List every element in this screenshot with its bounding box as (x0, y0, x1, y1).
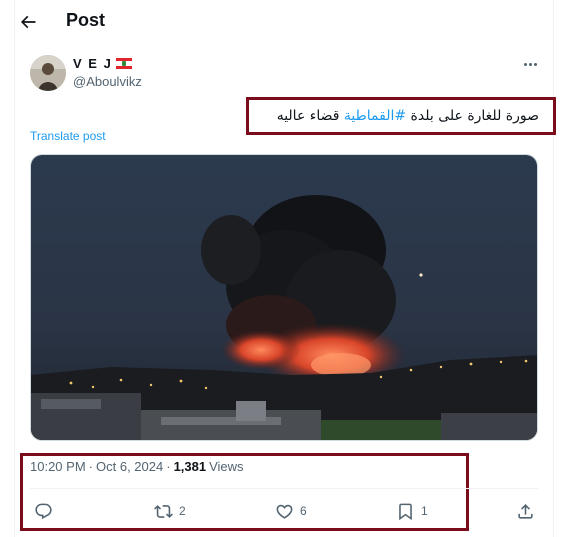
share-icon (518, 503, 533, 519)
hashtag-link[interactable]: #القماطية (344, 108, 406, 124)
author-handle[interactable]: @Aboulvikz (73, 74, 142, 89)
page-title: Post (66, 10, 106, 30)
meta-separator: · (88, 459, 93, 474)
airstrike-photo (31, 155, 537, 440)
bookmark-button[interactable]: 1 (396, 500, 428, 522)
author-name[interactable]: V E J (73, 56, 112, 71)
lebanon-flag-icon (116, 58, 133, 69)
heart-icon (276, 504, 293, 519)
reply-icon (35, 503, 52, 519)
arrow-left-icon (20, 15, 36, 29)
views-count: 1,381 (173, 459, 207, 474)
tweet-text-part: قضاء عاليه (276, 108, 344, 124)
post-image[interactable] (30, 154, 538, 441)
translate-post-link[interactable]: Translate post (30, 129, 106, 143)
repost-icon (154, 504, 173, 518)
author-name-row[interactable]: V E J (73, 56, 133, 71)
repost-button[interactable]: 2 (154, 500, 186, 522)
reply-button[interactable] (34, 500, 59, 522)
avatar-image (30, 55, 66, 91)
tweet-text-part: صورة للغارة على بلدة (406, 108, 539, 124)
post-time[interactable]: 10:20 PM (30, 459, 86, 474)
meta-separator: · (166, 459, 171, 474)
divider (30, 488, 538, 489)
post-meta: 10:20 PM · Oct 6, 2024 · 1,381 Views (30, 459, 244, 474)
post-date[interactable]: Oct 6, 2024 (96, 459, 163, 474)
like-button[interactable]: 6 (275, 500, 307, 522)
share-button[interactable] (516, 500, 535, 522)
views-label: Views (209, 459, 244, 474)
bookmark-count: 1 (421, 504, 428, 518)
like-count: 6 (300, 504, 307, 518)
back-button[interactable] (14, 8, 42, 36)
avatar[interactable] (30, 55, 66, 91)
repost-count: 2 (179, 504, 186, 518)
more-dots-icon (523, 62, 527, 66)
tweet-text: صورة للغارة على بلدة #القماطية قضاء عالي… (277, 108, 539, 124)
tweet-text-highlight: صورة للغارة على بلدة #القماطية قضاء عالي… (246, 97, 556, 135)
bookmark-icon (399, 503, 412, 520)
more-options-button[interactable] (518, 54, 542, 74)
